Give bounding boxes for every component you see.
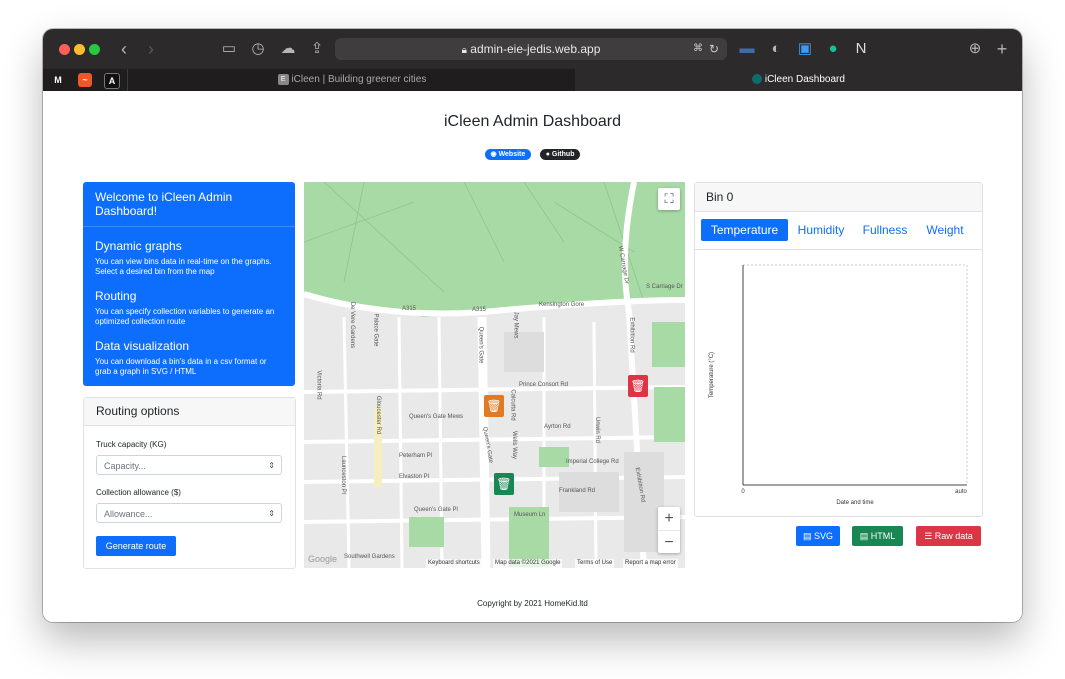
metric-tabs: Temperature Humidity Fullness Weight: [701, 219, 977, 241]
website-badge[interactable]: ◉ Website: [484, 149, 532, 160]
link-badges: ◉ Website ● Github: [43, 143, 1022, 161]
reload-icon[interactable]: ↻: [709, 38, 719, 60]
bin-card: Bin 0 Temperature Humidity Fullness Weig…: [694, 182, 983, 517]
forward-icon[interactable]: ›: [140, 38, 162, 60]
back-icon[interactable]: ‹: [113, 38, 135, 60]
pinned-tab-activity[interactable]: ~: [78, 73, 92, 87]
history-icon[interactable]: ◷: [247, 38, 269, 60]
capacity-input[interactable]: Capacity... ⇕: [96, 455, 282, 475]
tab-icleen-building[interactable]: E iCleen | Building greener cities: [127, 69, 576, 91]
new-tab-icon[interactable]: +: [991, 38, 1013, 60]
icloud-icon[interactable]: ☁: [277, 38, 299, 60]
section-text: You can specify collection variables to …: [95, 307, 275, 326]
tab-favicon-icon: E: [277, 73, 289, 85]
browser-toolbar: ‹ › ▭ ◷ ☁ ⇪ 🔒︎ admin-eie-jedis.web.app ⌘…: [43, 29, 1022, 69]
capacity-label: Truck capacity (KG): [96, 440, 167, 449]
pinned-tab-m[interactable]: M: [51, 73, 65, 87]
file-icon: ▤: [859, 531, 869, 541]
browser-window: ‹ › ▭ ◷ ☁ ⇪ 🔒︎ admin-eie-jedis.web.app ⌘…: [43, 29, 1022, 622]
url-text: admin-eie-jedis.web.app: [470, 42, 601, 56]
google-logo: Google: [308, 554, 338, 564]
address-bar[interactable]: 🔒︎ admin-eie-jedis.web.app ⌘ ↻: [335, 38, 727, 60]
section-text: You can download a bin's data in a csv f…: [95, 357, 267, 376]
trash-icon: 🗑︎: [486, 399, 502, 413]
trash-icon: 🗑︎: [630, 379, 646, 393]
section-heading: Dynamic graphs: [95, 239, 182, 253]
x-axis-label: Date and time: [836, 500, 874, 506]
tab-strip: M ~ A E iCleen | Building greener cities…: [43, 69, 1022, 91]
section-text: You can view bins data in real-time on t…: [95, 257, 272, 276]
generate-route-button[interactable]: Generate route: [96, 536, 176, 556]
welcome-card: Welcome to iCleen Admin Dashboard! Dynam…: [83, 182, 295, 386]
allowance-label: Collection allowance ($): [96, 488, 181, 497]
notion-icon[interactable]: N: [850, 38, 872, 60]
allowance-input[interactable]: Allowance... ⇕: [96, 503, 282, 523]
translate-icon[interactable]: ⌘: [693, 38, 703, 60]
minimize-window-button[interactable]: [74, 44, 85, 55]
close-window-button[interactable]: [59, 44, 70, 55]
trash-icon: 🗑︎: [496, 477, 512, 491]
grammarly-icon[interactable]: ●: [822, 38, 844, 60]
sidebar-icon[interactable]: ▭: [218, 38, 240, 60]
zoom-out-button[interactable]: −: [658, 531, 680, 554]
routing-title: Routing options: [84, 398, 295, 426]
bin-marker-orange[interactable]: 🗑︎: [484, 395, 504, 417]
tab-icleen-dashboard[interactable]: iCleen Dashboard: [575, 69, 1022, 91]
fullscreen-icon: ⛶: [664, 191, 674, 206]
routing-options-card: Routing options Truck capacity (KG) Capa…: [83, 397, 296, 569]
temperature-chart: Temperature (°C) Date and time 0 auto: [695, 249, 982, 517]
tab-humidity[interactable]: Humidity: [791, 219, 851, 241]
pinned-tab-a[interactable]: A: [104, 73, 120, 89]
map-data-text: Map data ©2021 Google: [493, 559, 563, 568]
download-svg-button[interactable]: ▤ SVG: [796, 526, 840, 546]
x-tick-label: 0: [741, 489, 745, 495]
y-axis-label: Temperature (°C): [709, 352, 715, 398]
downloads-icon[interactable]: ⊕: [964, 38, 986, 60]
zoom-window-button[interactable]: [89, 44, 100, 55]
stepper-icon[interactable]: ⇕: [268, 456, 275, 476]
stepper-icon[interactable]: ⇕: [268, 504, 275, 524]
raw-data-button[interactable]: ☰ Raw data: [916, 526, 981, 546]
bin-marker-green[interactable]: 🗑︎: [494, 473, 514, 495]
tab-weight[interactable]: Weight: [923, 219, 967, 241]
tab-favicon-icon: [752, 74, 763, 85]
zoom-control: + −: [658, 507, 680, 553]
tab-temperature[interactable]: Temperature: [701, 219, 788, 241]
terms-link[interactable]: Terms of Use: [575, 559, 615, 568]
report-error-link[interactable]: Report a map error: [623, 559, 678, 568]
file-image-icon: ▤: [802, 531, 812, 541]
tab-fullness[interactable]: Fullness: [859, 219, 911, 241]
fullscreen-button[interactable]: ⛶: [658, 188, 680, 210]
onepassword-icon[interactable]: ▣: [794, 38, 816, 60]
page-title: iCleen Admin Dashboard: [444, 113, 621, 130]
github-badge[interactable]: ● Github: [539, 149, 581, 160]
x-tick-label: auto: [955, 489, 967, 495]
bin-title: Bin 0: [695, 183, 982, 212]
share-icon[interactable]: ⇪: [306, 38, 328, 60]
extension-icon[interactable]: ▬: [736, 38, 758, 60]
list-icon: ☰: [924, 531, 933, 541]
zoom-in-button[interactable]: +: [658, 507, 680, 531]
keyboard-shortcuts-link[interactable]: Keyboard shortcuts: [426, 559, 482, 568]
plot-area: [742, 264, 968, 486]
map[interactable]: A315 A315 Kensington Gore Queen's Gate Q…: [304, 182, 685, 568]
shield-icon[interactable]: ◐: [765, 38, 787, 60]
section-heading: Routing: [95, 289, 137, 303]
footer-copyright: Copyright by 2021 HomeKid.ltd: [477, 599, 588, 608]
lock-icon: 🔒︎: [461, 45, 467, 56]
bin-marker-red[interactable]: 🗑︎: [628, 375, 648, 397]
section-heading: Data visualization: [95, 339, 190, 353]
page-content: iCleen Admin Dashboard ◉ Website ● Githu…: [43, 91, 1022, 622]
chart-svg: Temperature (°C) Date and time 0 auto: [709, 264, 968, 506]
download-html-button[interactable]: ▤ HTML: [852, 526, 903, 546]
welcome-title: Welcome to iCleen Admin Dashboard!: [83, 182, 295, 227]
